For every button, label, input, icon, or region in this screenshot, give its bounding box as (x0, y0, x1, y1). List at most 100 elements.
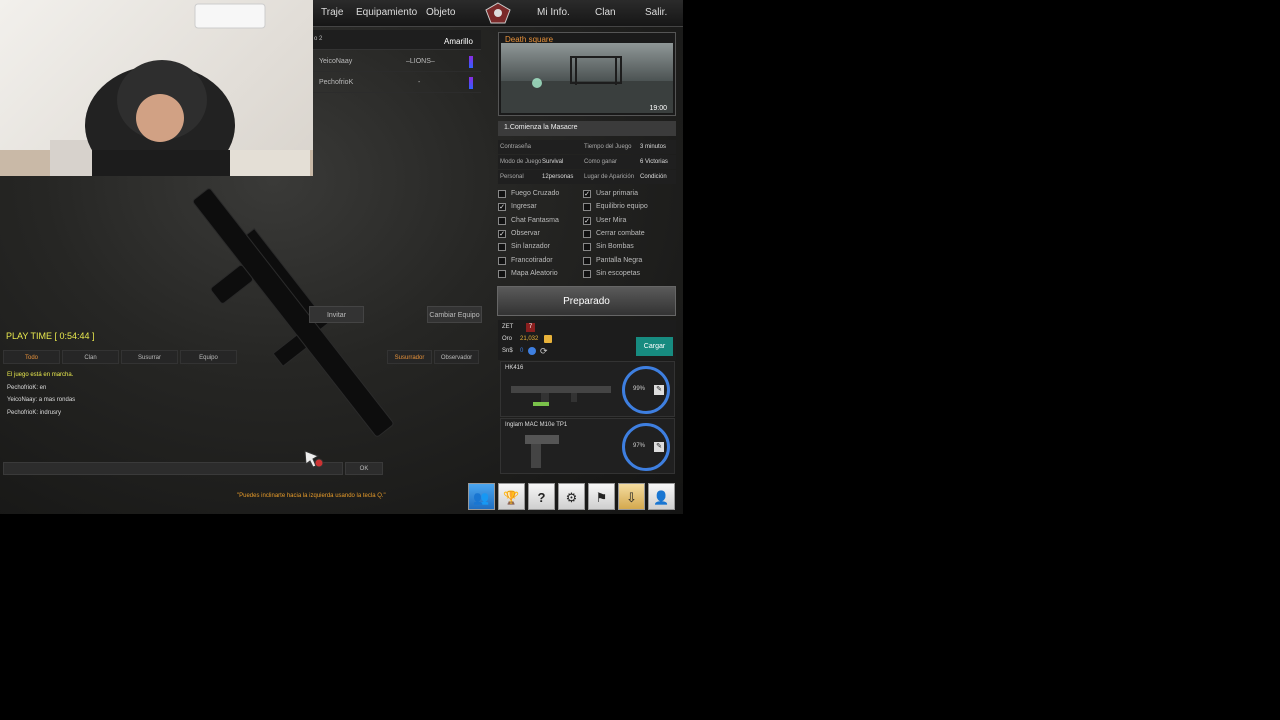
room-option[interactable]: ✓ Usar primaria (583, 189, 663, 200)
room-option-label: Cerrar combate (596, 229, 645, 237)
info-value: 12personas (542, 174, 574, 180)
weapon-name: HK416 (505, 365, 524, 371)
help-icon[interactable]: ? (528, 483, 555, 510)
room-option[interactable]: Pantalla Negra (583, 256, 663, 267)
room-option[interactable]: ✓ User Mira (583, 216, 663, 227)
chat-message: PechofrioK: indrusry (7, 410, 62, 416)
screen: Traje Equipamiento Objeto Mi Info. Clan … (0, 0, 1280, 720)
checkbox-unchecked-icon[interactable] (498, 190, 506, 198)
room-option-label: User Mira (596, 216, 627, 224)
player-rank-icon (469, 77, 473, 89)
room-option[interactable]: Cerrar combate (583, 229, 663, 240)
gameplay-tip: "Puedes inclinarte hacia la izquierda us… (237, 493, 386, 499)
room-option[interactable]: Chat Fantasma (498, 216, 578, 227)
settings-icon[interactable]: ⚙ (558, 483, 585, 510)
weapon-slot-secondary[interactable]: Inglam MAC M10e TP1 97% ✎ (500, 418, 675, 474)
rifle-background-art (192, 188, 394, 437)
game-emblem-icon (485, 2, 511, 24)
checkbox-unchecked-icon[interactable] (583, 229, 591, 238)
weapon-slot-primary[interactable]: HK416 99% ✎ (500, 361, 675, 417)
nav-mi-info[interactable]: Mi Info. (537, 7, 570, 18)
repair-icon[interactable]: ✎ (654, 385, 664, 395)
whisper-button[interactable]: Susurrador (387, 350, 432, 364)
room-option-label: Usar primaria (596, 190, 639, 197)
checkbox-checked-icon[interactable]: ✓ (498, 229, 506, 238)
refresh-icon[interactable]: ⟳ (540, 346, 548, 357)
room-option[interactable]: Francotirador (498, 256, 578, 267)
room-option-label: Sin Bombas (596, 243, 634, 251)
room-option-label: Ingresar (511, 203, 537, 211)
webcam-overlay (0, 0, 313, 176)
player-rank-icon (469, 56, 473, 68)
checkbox-unchecked-icon[interactable] (583, 269, 591, 278)
room-option[interactable]: Fuego Cruzado (498, 189, 578, 200)
ready-button[interactable]: Preparado (497, 286, 676, 316)
checkbox-checked-icon[interactable]: ✓ (498, 203, 506, 212)
trophy-icon[interactable]: 🏆 (498, 483, 525, 510)
room-option[interactable]: Sin Bombas (583, 242, 663, 253)
team-color-label: Amarillo (444, 37, 473, 46)
nav-equipamiento[interactable]: Equipamiento (356, 7, 417, 18)
chat-send-button[interactable]: OK (345, 462, 383, 475)
room-option-label: Sin lanzador (511, 243, 550, 251)
room-option[interactable]: Sin lanzador (498, 242, 578, 253)
room-option[interactable]: ✓ Ingresar (498, 202, 578, 213)
room-option[interactable]: Equilibrio equipo (583, 202, 663, 213)
nav-clan[interactable]: Clan (595, 7, 616, 18)
round-time: 19:00 (649, 105, 667, 112)
room-option-label: Fuego Cruzado (511, 190, 560, 197)
room-option[interactable]: Mapa Aleatorio (498, 269, 578, 280)
chat-message: PechofrioK: en (7, 385, 47, 391)
room-option[interactable]: Sin escopetas (583, 269, 663, 280)
checkbox-unchecked-icon[interactable] (498, 269, 506, 278)
chat-tab-equipo[interactable]: Equipo (180, 350, 237, 364)
info-key: Personal (500, 174, 524, 180)
nav-objeto[interactable]: Objeto (426, 7, 455, 18)
checkbox-unchecked-icon[interactable] (498, 243, 506, 252)
player-name: PechofrioK (319, 79, 354, 86)
checkbox-unchecked-icon[interactable] (583, 243, 591, 252)
team-player-list: o 2 Amarillo YeicoNaay –LIONS– Pechofrio… (313, 30, 481, 94)
info-key: Contraseña (500, 144, 532, 150)
checkbox-unchecked-icon[interactable] (583, 203, 591, 212)
checkbox-unchecked-icon[interactable] (583, 256, 591, 265)
durability-ring: 99% ✎ (622, 366, 670, 414)
player-row[interactable]: YeicoNaay –LIONS– (313, 52, 481, 72)
room-option[interactable]: ✓ Observar (498, 229, 578, 240)
rifle-icon (511, 386, 611, 406)
gold-coin-icon (544, 335, 552, 343)
checkbox-checked-icon[interactable]: ✓ (583, 190, 591, 198)
map-preview-card: Death square 19:00 (498, 32, 676, 116)
chat-tab-clan[interactable]: Clan (62, 350, 119, 364)
observer-button[interactable]: Observador (434, 350, 479, 364)
invite-button[interactable]: Invitar (309, 306, 364, 323)
player-row[interactable]: PechofrioK - (313, 73, 481, 93)
friends-icon[interactable]: 👥 (468, 483, 495, 510)
profile-icon[interactable]: 👤 (648, 483, 675, 510)
player-name: YeicoNaay (319, 58, 353, 65)
room-option-label: Observar (511, 229, 540, 237)
download-icon[interactable]: ⇩ (618, 483, 645, 510)
chat-message: El juego está en marcha. (7, 372, 74, 378)
repair-icon[interactable]: ✎ (654, 442, 664, 452)
chat-input[interactable] (3, 462, 343, 475)
info-value: Condición (640, 174, 667, 180)
smg-icon (525, 435, 559, 468)
chat-tab-todo[interactable]: Todo (3, 350, 60, 364)
nav-traje[interactable]: Traje (321, 7, 343, 18)
info-value: 6 Victorias (640, 159, 668, 165)
checkbox-checked-icon[interactable]: ✓ (583, 216, 591, 225)
change-team-button[interactable]: Cambiar Equipo (427, 306, 482, 323)
room-option-label: Francotirador (511, 256, 553, 264)
flag-icon[interactable]: ⚑ (588, 483, 615, 510)
nav-salir[interactable]: Salir. (645, 7, 667, 18)
sn-coin-icon (528, 347, 536, 355)
info-key: Lugar de Aparición (584, 174, 635, 180)
oro-value: 21,032 (520, 336, 539, 342)
checkbox-unchecked-icon[interactable] (498, 216, 506, 225)
cargar-button[interactable]: Cargar (636, 337, 673, 356)
info-key: Modo de Juego (500, 159, 542, 165)
info-key: Tiempo del Juego (584, 144, 632, 150)
checkbox-unchecked-icon[interactable] (498, 256, 506, 265)
chat-tab-susurrar[interactable]: Susurrar (121, 350, 178, 364)
